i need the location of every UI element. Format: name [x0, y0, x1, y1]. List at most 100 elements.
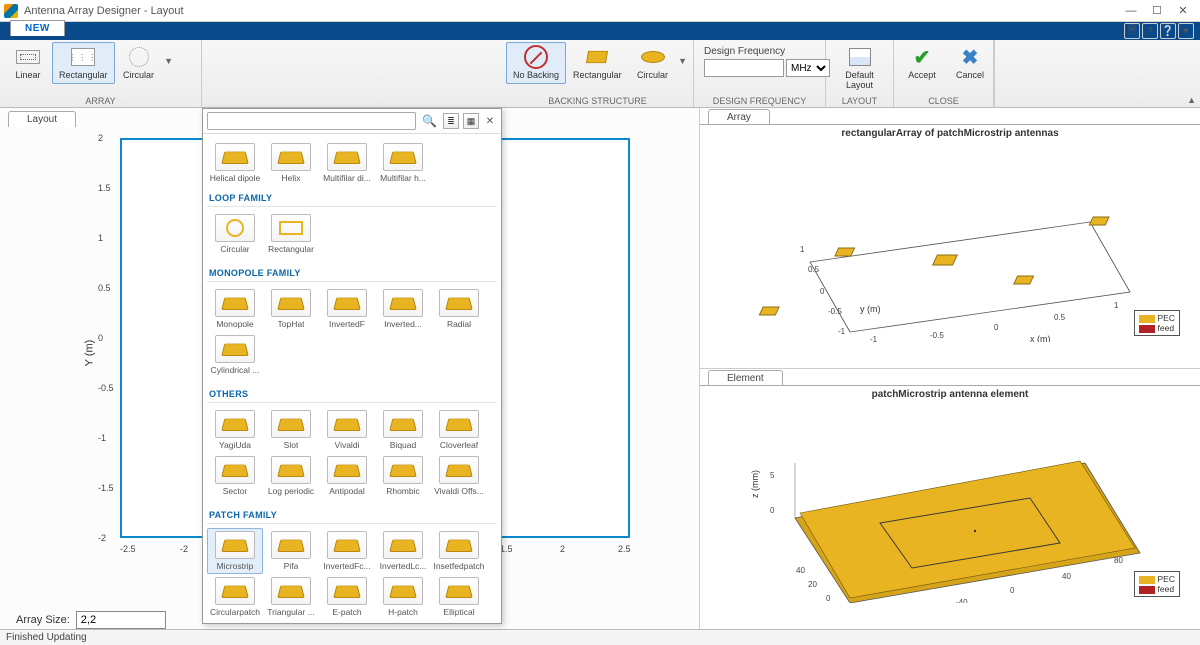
- gallery-item[interactable]: Antipodal: [319, 453, 375, 499]
- array-dropdown[interactable]: ▼: [163, 42, 175, 66]
- tab-element[interactable]: Element: [708, 370, 783, 386]
- cancel-button[interactable]: ✖ Cancel: [946, 42, 994, 84]
- h-patch-icon: [383, 577, 423, 605]
- gallery-item[interactable]: Sector: [207, 453, 263, 499]
- tab-new[interactable]: NEW: [10, 20, 65, 36]
- minimize-button[interactable]: —: [1118, 1, 1144, 21]
- gallery-close-button[interactable]: ✕: [483, 114, 497, 128]
- close-group-label: CLOSE: [898, 95, 989, 107]
- gallery-item[interactable]: Helical dipole: [207, 140, 263, 186]
- svg-text:0.5: 0.5: [1054, 313, 1066, 322]
- gallery-item[interactable]: Biquad: [375, 407, 431, 453]
- gallery-item[interactable]: InvertedLc...: [375, 528, 431, 574]
- doc-icon[interactable]: 🗎: [1124, 23, 1140, 39]
- gallery-item[interactable]: Elliptical: [431, 574, 487, 620]
- toolstrip-collapse-icon[interactable]: ▲: [1187, 95, 1196, 105]
- gallery-item[interactable]: Log periodic: [263, 453, 319, 499]
- context-help-icon[interactable]: ?: [1142, 23, 1158, 39]
- backing-dropdown[interactable]: ▼: [677, 42, 689, 66]
- vivaldi-icon: [327, 410, 367, 438]
- cloverleaf-icon: [439, 410, 479, 438]
- help-icon[interactable]: ❔: [1160, 23, 1176, 39]
- array-plot-title: rectangularArray of patchMicrostrip ante…: [700, 125, 1200, 142]
- gallery-item[interactable]: InvertedF: [319, 286, 375, 332]
- gallery-item[interactable]: Multifilar h...: [375, 140, 431, 186]
- circularpatch-icon: [215, 577, 255, 605]
- gallery-item[interactable]: Helix: [263, 140, 319, 186]
- search-icon[interactable]: 🔍: [420, 114, 439, 128]
- gallery-item[interactable]: Vivaldi Offs...: [431, 453, 487, 499]
- x-tick: -2.5: [120, 544, 136, 554]
- backing-circ-button[interactable]: Circular: [629, 42, 677, 84]
- y-tick: -1: [98, 433, 106, 443]
- gallery-item[interactable]: Radial: [431, 286, 487, 332]
- circ-backing-icon: [641, 51, 665, 63]
- close-button[interactable]: ✕: [1170, 1, 1196, 21]
- gallery-item[interactable]: Vivaldi: [319, 407, 375, 453]
- gallery-item[interactable]: YagiUda: [207, 407, 263, 453]
- tab-array[interactable]: Array: [708, 109, 770, 125]
- array-rectangular-button[interactable]: Rectangular: [52, 42, 115, 84]
- array-size-input[interactable]: [76, 611, 166, 629]
- design-freq-unit-select[interactable]: MHz: [786, 59, 830, 77]
- y-tick: -2: [98, 533, 106, 543]
- gallery-item[interactable]: Circularpatch: [207, 574, 263, 620]
- invertedf-icon: [327, 289, 367, 317]
- gallery-item[interactable]: TopHat: [263, 286, 319, 332]
- gallery-item[interactable]: Slot: [263, 407, 319, 453]
- cancel-icon: ✖: [962, 45, 979, 70]
- gallery-item[interactable]: Inverted...: [375, 286, 431, 332]
- gallery-item[interactable]: Circular: [207, 211, 263, 257]
- gallery-item-label: Insetfedpatch: [433, 561, 484, 571]
- backing-none-button[interactable]: No Backing: [506, 42, 566, 84]
- view-list-icon[interactable]: ≣: [443, 113, 459, 129]
- gallery-section-title: OTHERS: [207, 386, 497, 403]
- maximize-button[interactable]: ☐: [1144, 1, 1170, 21]
- gallery-item-label: Circular: [220, 244, 249, 254]
- pifa-icon: [271, 531, 311, 559]
- gallery-item-label: TopHat: [278, 319, 305, 329]
- gallery-item[interactable]: InvertedFc...: [319, 528, 375, 574]
- gallery-item-label: Inverted...: [384, 319, 422, 329]
- gallery-item-label: Antipodal: [329, 486, 364, 496]
- gallery-item[interactable]: Cylindrical ...: [207, 332, 263, 378]
- svg-text:40: 40: [1062, 572, 1071, 581]
- svg-text:0: 0: [994, 323, 999, 332]
- default-layout-button[interactable]: Default Layout: [830, 42, 889, 94]
- accept-button[interactable]: ✔ Accept: [898, 42, 946, 84]
- element-3d-plot[interactable]: 5 0 z (mm) 40 20 0 -20 -40 -80 -40 0 40 …: [714, 403, 1186, 603]
- gallery-item[interactable]: Rectangular: [263, 211, 319, 257]
- elliptical-icon: [439, 577, 479, 605]
- tab-layout[interactable]: Layout: [8, 111, 76, 127]
- view-grid-icon[interactable]: ▦: [463, 113, 479, 129]
- expand-icon[interactable]: ▾: [1178, 23, 1194, 39]
- svg-text:-1: -1: [870, 335, 878, 342]
- svg-text:-0.5: -0.5: [828, 307, 842, 316]
- array-size-label: Array Size:: [16, 614, 70, 626]
- gallery-search-input[interactable]: [207, 112, 416, 130]
- gallery-item[interactable]: Cloverleaf: [431, 407, 487, 453]
- array-x-axis-label: x (m): [1030, 334, 1051, 342]
- array-linear-button[interactable]: Linear: [4, 42, 52, 84]
- gallery-item[interactable]: E-patch: [319, 574, 375, 620]
- gallery-item[interactable]: Monopole: [207, 286, 263, 332]
- svg-text:0.5: 0.5: [808, 265, 820, 274]
- helical-dipole-icon: [215, 143, 255, 171]
- gallery-item[interactable]: Triangular ...: [263, 574, 319, 620]
- svg-text:5: 5: [770, 471, 775, 480]
- gallery-item-label: Multifilar di...: [323, 173, 371, 183]
- backing-rect-button[interactable]: Rectangular: [566, 42, 629, 84]
- svg-text:0: 0: [1010, 586, 1015, 595]
- y-tick: -0.5: [98, 383, 114, 393]
- array-3d-plot[interactable]: 1 0.5 0 -0.5 -1 -1 -0.5 0 0.5 1 y (m) x …: [714, 142, 1186, 342]
- gallery-item[interactable]: H-patch: [375, 574, 431, 620]
- y-tick: 1: [98, 233, 103, 243]
- gallery-item[interactable]: Insetfedpatch: [431, 528, 487, 574]
- gallery-item[interactable]: Microstrip: [207, 528, 263, 574]
- gallery-item[interactable]: Rhombic: [375, 453, 431, 499]
- array-circular-button[interactable]: Circular: [115, 42, 163, 84]
- gallery-item[interactable]: Pifa: [263, 528, 319, 574]
- gallery-item[interactable]: Multifilar di...: [319, 140, 375, 186]
- design-freq-input[interactable]: [704, 59, 784, 77]
- layout-pane: Layout Y (m) 21.510.50-0.5-1-1.5-2 -2.5-…: [0, 108, 700, 629]
